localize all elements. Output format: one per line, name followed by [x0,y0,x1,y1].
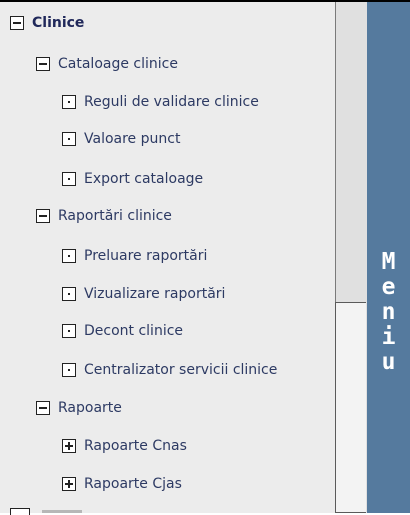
tree-node-rapoarte-cnas[interactable]: Rapoarte Cnas [62,435,187,457]
menu-letter: i [381,324,396,350]
leaf-icon [62,324,76,338]
menu-letter: e [381,274,396,300]
expand-icon[interactable] [62,439,76,453]
leaf-icon [62,132,76,146]
tree-node-rapoarte[interactable]: Rapoarte [36,397,122,419]
tree-node-label: Raportări clinice [58,208,172,224]
tree-node-label: Rapoarte Cnas [84,438,187,454]
collapse-icon[interactable] [36,209,50,223]
tree-leaf-label: Valoare punct [84,131,181,147]
menu-letter: n [381,299,396,325]
app-frame: Clinice Cataloage clinice Reguli de vali… [0,0,410,515]
tree-node-label: Rapoarte [58,400,122,416]
tree-leaf-vizualizare-raportari[interactable]: Vizualizare raportări [62,283,225,305]
scrollbar-thumb[interactable] [335,302,366,513]
menu-letter: u [381,349,396,375]
tree-node-cataloage-clinice[interactable]: Cataloage clinice [36,53,178,75]
collapse-icon[interactable] [36,401,50,415]
collapse-icon[interactable] [10,16,24,30]
menu-letter: M [381,249,396,275]
tree-node-label: Rapoarte Cjas [84,476,182,492]
tree-node-clinice[interactable]: Clinice [10,12,84,34]
tree-leaf-label: Preluare raportări [84,248,208,264]
tree-node-raportari-clinice[interactable]: Raportări clinice [36,205,172,227]
tree-panel: Clinice Cataloage clinice Reguli de vali… [0,2,335,515]
leaf-icon [62,363,76,377]
tree-leaf-label: Centralizator servicii clinice [84,362,278,378]
tree-leaf-valoare-punct[interactable]: Valoare punct [62,128,180,150]
tree-leaf-label: Vizualizare raportări [84,286,226,302]
tree-leaf-preluare-raportari[interactable]: Preluare raportări [62,245,207,267]
tree-leaf-label: Decont clinice [84,323,184,339]
tree-leaf-reguli-validare[interactable]: Reguli de validare clinice [62,91,259,113]
leaf-icon [62,249,76,263]
leaf-icon [62,287,76,301]
tree-leaf-decont-clinice[interactable]: Decont clinice [62,320,183,342]
leaf-icon [62,172,76,186]
tree-leaf-centralizator[interactable]: Centralizator servicii clinice [62,359,277,381]
menu-toggle-bar[interactable]: M e n i u [367,2,410,513]
tree-node-label: Clinice [32,15,85,31]
expand-icon[interactable] [62,477,76,491]
tree-node-rapoarte-cjas[interactable]: Rapoarte Cjas [62,473,182,495]
tree-node-label: Cataloage clinice [58,56,178,72]
tree-leaf-export-cataloage[interactable]: Export cataloage [62,168,203,190]
tree-leaf-label: Export cataloage [84,171,204,187]
tree-leaf-label: Reguli de validare clinice [84,94,259,110]
menu-vertical-label: M e n i u [367,250,410,375]
tree-node-partial-box[interactable] [10,508,30,515]
leaf-icon [62,95,76,109]
collapse-icon[interactable] [36,57,50,71]
